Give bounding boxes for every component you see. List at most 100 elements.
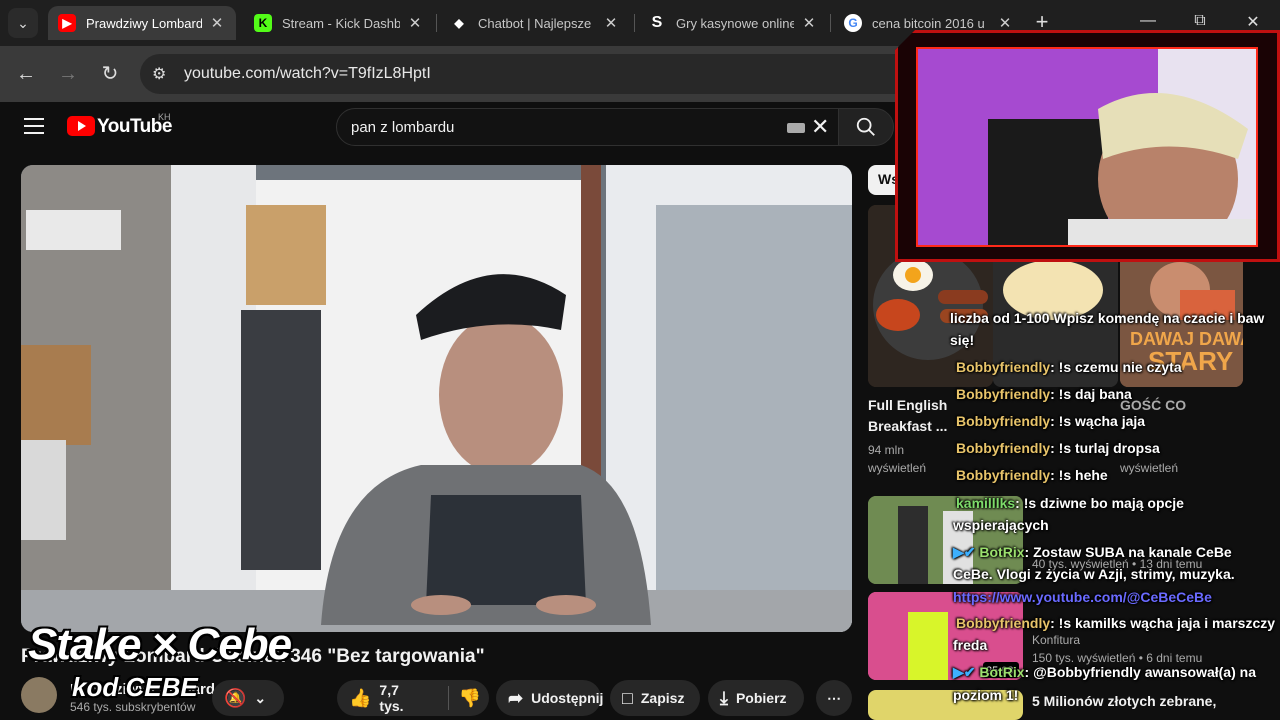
tab-separator xyxy=(634,14,635,32)
chat-message: Bobbyfriendly: !s wącha jaja xyxy=(956,413,1146,429)
tab-youtube[interactable]: ▶ Prawdziwy Lombard ✕ xyxy=(48,6,236,40)
tab-title: cena bitcoin 2016 u xyxy=(872,15,985,31)
back-icon[interactable]: ← xyxy=(14,62,38,86)
chat-message: Bobbyfriendly: !s daj bana xyxy=(956,386,1132,402)
chat-message: kamilllks: !s dziwne bo mają opcje xyxy=(956,495,1184,511)
chat-username: Bobbyfriendly xyxy=(956,386,1051,402)
chat-message: freda xyxy=(953,637,988,653)
share-button[interactable]: ➦ Udostępnij xyxy=(496,680,604,716)
bell-off-icon: 🔕 xyxy=(224,687,247,708)
chat-message: ▶✔ BotRix: @Bobbyfriendly awansował(a) n… xyxy=(953,664,1256,680)
related-views: wyświetleń xyxy=(868,461,927,475)
youtube-header: YouTube KH pan z lombardu ✕ xyxy=(0,102,900,154)
chat-message: Bobbyfriendly: !s hehe xyxy=(956,467,1108,483)
close-tab-icon[interactable]: ✕ xyxy=(208,14,226,32)
region-code: KH xyxy=(158,112,171,122)
streamer-image xyxy=(918,49,1256,245)
chat-message: Bobbyfriendly: !s kamilks wącha jaja i m… xyxy=(956,615,1276,631)
related-title[interactable]: Full English xyxy=(868,397,950,413)
chat-message: CeBe. Vlogi z życia w Azji, strimy, muzy… xyxy=(953,566,1235,582)
restore-icon[interactable]: ⧉ xyxy=(1190,12,1210,30)
notification-dropdown-button[interactable]: 🔕 ⌄ xyxy=(212,680,284,716)
webcam-frame xyxy=(895,30,1280,262)
new-tab-button[interactable]: + xyxy=(1032,11,1052,33)
site-info-icon[interactable]: ⚙ xyxy=(152,64,166,84)
search-button[interactable] xyxy=(838,108,894,146)
chat-username: Bobbyfriendly xyxy=(956,467,1051,483)
minimize-icon[interactable]: — xyxy=(1138,12,1158,30)
url-text: youtube.com/watch?v=T9fIzL8HptI xyxy=(184,65,431,82)
close-tab-icon[interactable]: ✕ xyxy=(602,14,620,32)
save-button[interactable]: □ Zapisz xyxy=(610,680,700,716)
bookmark-icon: □ xyxy=(622,687,633,708)
address-bar[interactable]: ⚙ youtube.com/watch?v=T9fIzL8HptI xyxy=(140,54,940,94)
video-player[interactable] xyxy=(21,165,852,632)
download-label: Pobierz xyxy=(735,690,787,706)
chat-username: BotRix xyxy=(979,664,1025,680)
video-frame xyxy=(21,165,852,632)
download-button[interactable]: ⤓ Pobierz xyxy=(708,680,804,716)
chat-message: wspierających xyxy=(953,517,1049,533)
forward-icon[interactable]: → xyxy=(56,62,80,86)
tab-casino[interactable]: S Gry kasynowe online ✕ xyxy=(638,6,828,40)
related-views: 94 mln xyxy=(868,443,905,457)
search-icon xyxy=(856,117,875,136)
chat-username: Bobbyfriendly xyxy=(956,413,1051,429)
promo-code-label: kod CEBE xyxy=(72,672,198,702)
search-input[interactable]: pan z lombardu ✕ xyxy=(336,108,839,146)
divider xyxy=(447,686,449,710)
webcam-feed xyxy=(916,47,1258,247)
search-query: pan z lombardu xyxy=(351,119,455,136)
chat-message: Bobbyfriendly: !s turlaj dropsa xyxy=(956,440,1160,456)
chatbot-favicon-icon: ◆ xyxy=(454,16,464,30)
save-label: Zapisz xyxy=(640,690,685,706)
google-favicon-icon: G xyxy=(844,14,862,32)
tab-separator xyxy=(436,14,437,32)
stake-cebe-logo: Stake × Cebe xyxy=(28,620,292,669)
youtube-logo-icon[interactable] xyxy=(67,116,95,136)
close-tab-icon[interactable]: ✕ xyxy=(996,14,1014,32)
reload-icon[interactable]: ↻ xyxy=(98,62,122,86)
like-count[interactable]: 7,7 tys. xyxy=(379,682,425,714)
close-window-icon[interactable]: ✕ xyxy=(1243,12,1263,32)
menu-icon[interactable] xyxy=(24,118,44,134)
chat-message: liczba od 1-100 Wpisz komendę na czacie … xyxy=(950,310,1265,326)
youtube-favicon-icon: ▶ xyxy=(58,14,76,32)
chat-message: się! xyxy=(950,332,975,348)
related-title[interactable]: Breakfast ... xyxy=(868,418,950,434)
like-icon[interactable]: 👍 xyxy=(349,688,371,709)
chat-link: https://www.youtube.com/@CeBeCeBe xyxy=(953,589,1212,605)
chat-message: ▶✔ BotRix: Zostaw SUBA na kanale CeBe xyxy=(953,544,1232,560)
tab-kick[interactable]: K Stream - Kick Dashb ✕ xyxy=(244,6,434,40)
chevron-down-icon: ⌄ xyxy=(254,689,267,706)
tab-separator xyxy=(830,14,831,32)
tab-title: Chatbot | Najlepsze xyxy=(478,15,592,31)
chat-username: Bobbyfriendly xyxy=(956,359,1051,375)
channel-avatar[interactable] xyxy=(21,677,57,713)
keyboard-icon[interactable] xyxy=(787,123,805,133)
tab-title: Stream - Kick Dashb xyxy=(282,15,400,31)
close-tab-icon[interactable]: ✕ xyxy=(800,14,818,32)
chat-username: Bobbyfriendly xyxy=(956,440,1051,456)
tab-chatbot[interactable]: ◆ Chatbot | Najlepsze ✕ xyxy=(440,6,630,40)
share-label: Udostępnij xyxy=(531,690,604,706)
tab-search-button[interactable]: ⌄ xyxy=(8,8,38,38)
tab-title: Gry kasynowe online xyxy=(676,15,794,31)
more-icon: ⋯ xyxy=(827,689,841,706)
chat-message: Bobbyfriendly: !s czemu nie czyta xyxy=(956,359,1182,375)
like-dislike-group: 👍 7,7 tys. 👎 xyxy=(337,680,489,716)
tab-title: Prawdziwy Lombard xyxy=(86,15,202,31)
chat-message: poziom 1! xyxy=(953,687,1019,703)
dislike-icon[interactable]: 👎 xyxy=(459,688,481,709)
close-tab-icon[interactable]: ✕ xyxy=(406,14,424,32)
clear-search-icon[interactable]: ✕ xyxy=(811,115,829,139)
more-actions-button[interactable]: ⋯ xyxy=(816,680,852,716)
download-icon: ⤓ xyxy=(720,687,728,708)
chat-username: Bobbyfriendly xyxy=(956,615,1051,631)
bot-badge-icon: ▶✔ xyxy=(953,544,980,560)
chat-username: kamilllks xyxy=(956,495,1016,511)
bot-badge-icon: ▶✔ xyxy=(953,664,980,680)
casino-favicon-icon: S xyxy=(651,14,663,31)
kick-favicon-icon: K xyxy=(254,14,272,32)
chat-username: BotRix xyxy=(979,544,1025,560)
